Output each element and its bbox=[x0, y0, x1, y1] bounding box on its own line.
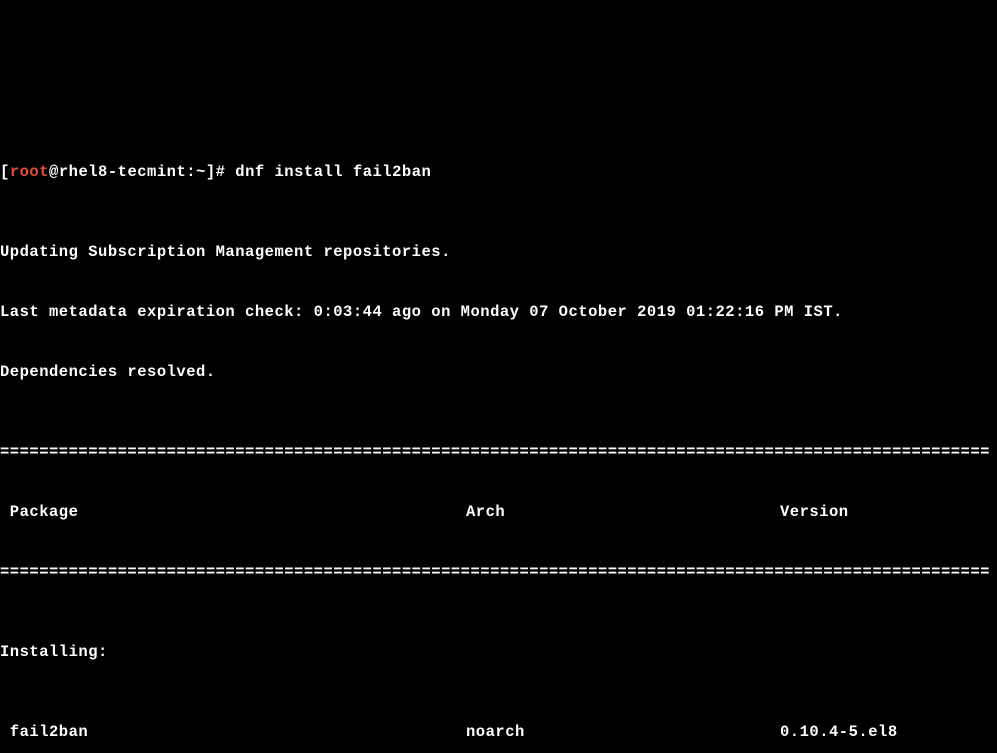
status-line: Updating Subscription Management reposit… bbox=[0, 242, 997, 262]
entered-command: dnf install fail2ban bbox=[225, 163, 431, 181]
rule-line: ========================================… bbox=[0, 442, 997, 462]
rule-line: ========================================… bbox=[0, 562, 997, 582]
bracket-close: ]# bbox=[206, 163, 226, 181]
terminal-output: [root@rhel8-tecmint:~]# dnf install fail… bbox=[0, 100, 997, 753]
prompt-line[interactable]: [root@rhel8-tecmint:~]# dnf install fail… bbox=[0, 162, 997, 182]
prompt-host: rhel8-tecmint:~ bbox=[59, 163, 206, 181]
table-header: Package Arch Version bbox=[0, 502, 997, 522]
col-package: Package bbox=[0, 502, 466, 522]
pkg-version: 0.10.4-5.el8 bbox=[780, 722, 997, 742]
section-installing: Installing: bbox=[0, 642, 997, 662]
pkg-arch: noarch bbox=[466, 722, 780, 742]
prompt-user: root bbox=[10, 163, 49, 181]
col-version: Version bbox=[780, 502, 997, 522]
prompt-at: @ bbox=[49, 163, 59, 181]
status-line: Dependencies resolved. bbox=[0, 362, 997, 382]
bracket-open: [ bbox=[0, 163, 10, 181]
table-row: fail2ban noarch 0.10.4-5.el8 bbox=[0, 722, 997, 742]
pkg-name: fail2ban bbox=[0, 722, 466, 742]
status-line: Last metadata expiration check: 0:03:44 … bbox=[0, 302, 997, 322]
col-arch: Arch bbox=[466, 502, 780, 522]
